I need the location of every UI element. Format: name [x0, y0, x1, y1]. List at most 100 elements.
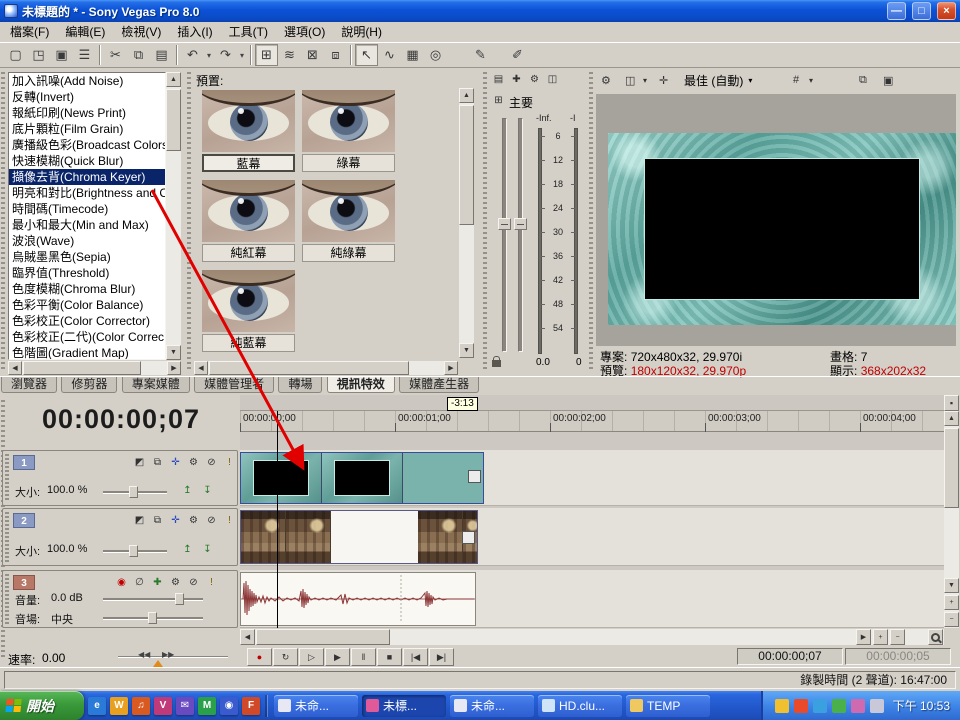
- composite-parent-icon[interactable]: ↧: [199, 483, 216, 497]
- cut-icon[interactable]: ✂: [104, 44, 127, 66]
- zoom-out-time-icon[interactable]: −: [890, 629, 905, 645]
- downmix-icon[interactable]: ◫: [544, 71, 561, 87]
- fx-list-item[interactable]: 色彩校正(Color Corrector): [9, 313, 165, 329]
- menu-help[interactable]: 說明(H): [333, 22, 390, 42]
- track-motion-icon[interactable]: ✛: [167, 455, 184, 469]
- fx-vscroll-thumb[interactable]: [166, 89, 181, 151]
- restore-button[interactable]: □: [912, 2, 931, 20]
- video-output-fx-icon[interactable]: ⚙: [598, 71, 614, 89]
- split-screen-dropdown-icon[interactable]: ▾: [640, 71, 650, 89]
- composite-child-icon[interactable]: ↥: [179, 483, 196, 497]
- explorer-icon[interactable]: W: [110, 697, 128, 715]
- scroll-right-icon[interactable]: ▶: [167, 361, 181, 375]
- preset-thumbnail-blue-screen[interactable]: [202, 90, 295, 152]
- preset-thumbnail-pure-blue[interactable]: [202, 270, 295, 332]
- rate-decrease-icon[interactable]: ◀◀: [138, 650, 150, 659]
- media-player-icon[interactable]: ♫: [132, 697, 150, 715]
- preset-name[interactable]: 純綠幕: [302, 244, 395, 262]
- track-motion-icon[interactable]: ✛: [167, 513, 184, 527]
- track-grip[interactable]: [5, 454, 9, 502]
- preset-name[interactable]: 純紅幕: [202, 244, 295, 262]
- track-grip[interactable]: [5, 574, 9, 624]
- selection-edit-tool-icon[interactable]: ▦: [401, 44, 424, 66]
- task-button-temp-folder[interactable]: TEMP: [626, 695, 710, 717]
- paste-icon[interactable]: ▤: [150, 44, 173, 66]
- preview-panel-grip[interactable]: [589, 72, 593, 372]
- track-level-slider-thumb[interactable]: [129, 486, 138, 498]
- arm-record-icon[interactable]: ◉: [113, 575, 130, 589]
- bypass-motion-blur-icon[interactable]: ⧉: [149, 513, 166, 527]
- tab-media-generators[interactable]: 媒體產生器: [399, 377, 479, 393]
- menu-edit[interactable]: 編輯(E): [57, 22, 113, 42]
- firefox-icon[interactable]: F: [242, 697, 260, 715]
- overlays-grid-icon[interactable]: #: [790, 71, 802, 89]
- loop-playback-button[interactable]: ↻: [273, 648, 298, 666]
- desktop-icon[interactable]: ◉: [220, 697, 238, 715]
- preset-name[interactable]: 藍幕: [202, 154, 295, 172]
- pan-slider-thumb[interactable]: [148, 612, 157, 624]
- copy-snapshot-icon[interactable]: ⧉: [856, 71, 870, 89]
- fx-list-item[interactable]: 色彩校正(二代)(Color Correc: [9, 329, 165, 345]
- minimize-button[interactable]: —: [887, 2, 906, 20]
- redo-icon[interactable]: ↷: [214, 44, 237, 66]
- fx-list-item[interactable]: 廣播級色彩(Broadcast Colors: [9, 137, 165, 153]
- track-header-2[interactable]: 2 ◩ ⧉ ✛ ⚙ ⊘ ! 大小: 100.0 % ↥ ↧: [2, 508, 238, 566]
- menu-options[interactable]: 選項(O): [276, 22, 333, 42]
- composite-parent-icon[interactable]: ↧: [199, 542, 216, 556]
- open-project-icon[interactable]: ◳: [27, 44, 50, 66]
- start-button[interactable]: 開始: [0, 691, 84, 720]
- go-to-start-button[interactable]: |◀: [403, 648, 428, 666]
- zoom-tool-icon[interactable]: [928, 629, 943, 645]
- master-fader-right[interactable]: [518, 118, 523, 352]
- record-button[interactable]: ●: [247, 648, 272, 666]
- undo-dropdown-icon[interactable]: ▾: [204, 44, 214, 66]
- mixer-panel-grip[interactable]: [483, 72, 487, 372]
- lock-icon[interactable]: [492, 360, 501, 367]
- tray-icon-1[interactable]: [775, 699, 789, 713]
- bypass-motion-blur-icon[interactable]: ⧉: [149, 455, 166, 469]
- ie-icon[interactable]: e: [88, 697, 106, 715]
- preset-name[interactable]: 純藍幕: [202, 334, 295, 352]
- split-screen-view-icon[interactable]: ◫: [622, 71, 638, 89]
- track-fx-icon[interactable]: ⚙: [167, 575, 184, 589]
- scroll-right-icon[interactable]: ▶: [444, 361, 458, 375]
- rate-marker[interactable]: [153, 660, 163, 667]
- scroll-left-icon[interactable]: ◀: [240, 629, 255, 645]
- volume-slider[interactable]: [103, 598, 203, 601]
- timeline-hscroll-thumb[interactable]: [256, 629, 390, 645]
- fx-list-item[interactable]: 波浪(Wave): [9, 233, 165, 249]
- preset-thumbnail-pure-green[interactable]: [302, 180, 395, 242]
- stop-button[interactable]: ■: [377, 648, 402, 666]
- fx-list-item[interactable]: 最小和最大(Min and Max): [9, 217, 165, 233]
- play-button[interactable]: ▶: [325, 648, 350, 666]
- mute-icon[interactable]: ⊘: [185, 575, 202, 589]
- marker-menu-icon[interactable]: ▪: [944, 395, 959, 411]
- crosshair-overlay-icon[interactable]: ✛: [656, 71, 671, 89]
- tab-video-fx[interactable]: 視訊特效: [327, 377, 395, 393]
- event-pan-crop-icon[interactable]: [468, 470, 481, 483]
- solo-icon[interactable]: !: [203, 575, 220, 589]
- auto-ripple-icon[interactable]: ≋: [278, 44, 301, 66]
- track-header-3[interactable]: 3 ◉ ∅ ✚ ⚙ ⊘ ! 音量: 0.0 dB 音場: 中央: [2, 570, 238, 628]
- tray-icon-4[interactable]: [832, 699, 846, 713]
- fx-hscroll-thumb[interactable]: [23, 361, 141, 375]
- fader-handle-left[interactable]: [498, 218, 511, 230]
- preset-thumbnail-pure-red[interactable]: [202, 180, 295, 242]
- volume-slider-thumb[interactable]: [175, 593, 184, 605]
- zoom-in-time-icon[interactable]: +: [873, 629, 888, 645]
- master-fader-left[interactable]: [502, 118, 507, 352]
- rate-increase-icon[interactable]: ▶▶: [162, 650, 174, 659]
- task-button-vegas[interactable]: 未標...: [362, 695, 446, 717]
- tray-icon-5[interactable]: [851, 699, 865, 713]
- tray-icon-3[interactable]: [813, 699, 827, 713]
- titlebar[interactable]: 未標題的 * - Sony Vegas Pro 8.0 — □ ×: [0, 0, 960, 22]
- pen-icon[interactable]: ✎: [469, 44, 492, 66]
- fx-list-item[interactable]: 色度模糊(Chroma Blur): [9, 281, 165, 297]
- save-snapshot-icon[interactable]: ▣: [880, 71, 896, 89]
- fx-list-item[interactable]: 明亮和對比(Brightness and C: [9, 185, 165, 201]
- mute-icon[interactable]: ⊘: [203, 455, 220, 469]
- overlays-dropdown-icon[interactable]: ▾: [806, 71, 816, 89]
- scroll-right-icon[interactable]: ▶: [856, 629, 871, 645]
- solo-icon[interactable]: !: [221, 513, 238, 527]
- snap-icon[interactable]: ⊞: [255, 44, 278, 66]
